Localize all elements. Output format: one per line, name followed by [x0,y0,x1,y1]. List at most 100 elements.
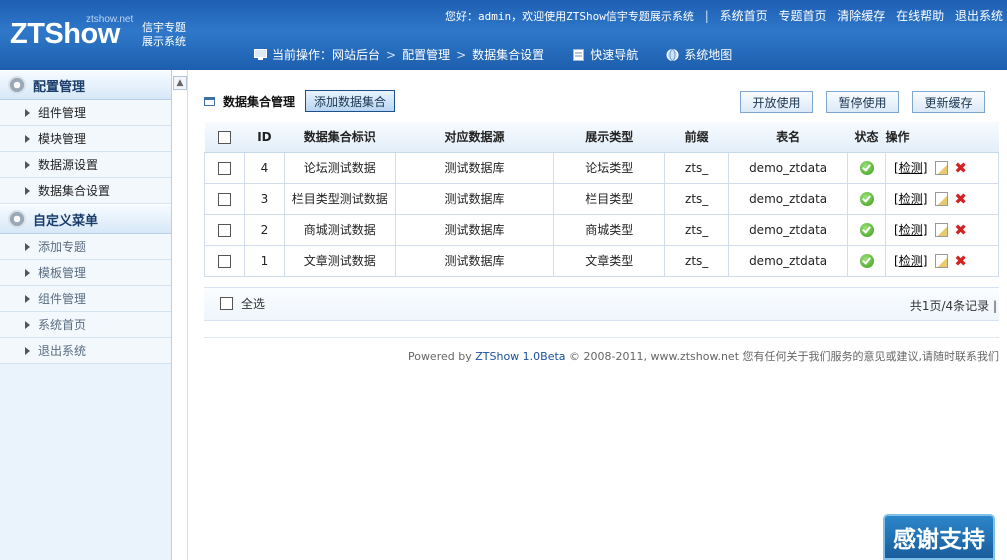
scroll-up-button[interactable]: ▲ [173,76,187,90]
welcome-text: 您好：admin，欢迎使用ZTShow信宇专题展示系统 [445,10,694,23]
sidebar-item-module-manage[interactable]: 模块管理 [0,126,171,152]
crumb-1[interactable]: 网站后台 [332,46,380,63]
check-link[interactable]: [检测] [894,190,927,207]
header-status: 状态 [847,122,886,153]
list-icon [204,96,215,106]
status-ok-icon [859,253,874,268]
sidebar-item-component-manage[interactable]: 组件管理 [0,100,171,126]
panel-title: 数据集合管理 [223,94,296,109]
action-buttons: 开放使用 暂停使用 更新缓存 [727,91,985,113]
cell-name: 论坛测试数据 [283,151,396,184]
delete-icon[interactable]: ✖ [954,160,967,175]
main-content: 数据集合管理 添加数据集合 开放使用 暂停使用 更新缓存 ID 数据集合标识 对… [204,88,999,321]
header-actions: 操作 [885,122,999,153]
cell-type: 商城类型 [553,213,666,246]
check-link[interactable]: [检测] [894,221,927,238]
row-checkbox[interactable] [217,254,231,268]
sidebar-section-config[interactable]: 配置管理 [0,70,171,100]
cell-prefix: zts_ [664,182,730,215]
table-row: 4 论坛测试数据 测试数据库 论坛类型 zts_ demo_ztdata [检测… [204,151,999,184]
sidebar-item-label: 数据源设置 [38,158,99,172]
header-prefix: 前缀 [664,122,729,153]
toolbar: 数据集合管理 添加数据集合 开放使用 暂停使用 更新缓存 [204,88,999,114]
sidebar-item-label: 模板管理 [38,266,87,280]
crumb-2[interactable]: 配置管理 [402,46,450,63]
divider: | [704,9,709,23]
quick-nav-link[interactable]: 快速导航 [572,46,638,63]
add-dataset-button[interactable]: 添加数据集合 [305,90,396,112]
gear-icon [8,76,26,94]
cell-prefix: zts_ [664,244,730,277]
link-online-help[interactable]: 在线帮助 [896,9,944,23]
link-system-home[interactable]: 系统首页 [720,9,768,23]
cell-name: 栏目类型测试数据 [283,182,396,215]
enable-button[interactable]: 开放使用 [740,91,813,113]
sidebar-section-title: 配置管理 [33,79,86,95]
delete-icon[interactable]: ✖ [954,191,967,206]
sidebar-item-label: 添加专题 [38,240,87,254]
crumb-3[interactable]: 数据集合设置 [472,46,544,63]
pause-button[interactable]: 暂停使用 [826,91,899,113]
row-checkbox[interactable] [217,223,231,237]
link-logout[interactable]: 退出系统 [955,9,1003,23]
header-id: ID [244,122,285,153]
check-link[interactable]: [检测] [894,252,927,269]
header-table: 表名 [728,122,848,153]
header-banner: ZTShow ztshow.net 信宇专题 展示系统 您好：admin，欢迎使… [0,0,1007,70]
edit-icon[interactable] [935,222,949,237]
cell-source: 测试数据库 [394,151,555,184]
row-checkbox[interactable] [217,192,231,206]
thanks-support-button[interactable]: 感谢支持 [883,514,995,560]
sidebar-item-logout[interactable]: 退出系统 [0,338,171,364]
triangle-right-icon [25,320,30,329]
cell-table: demo_ztdata [728,151,849,184]
select-all-label[interactable]: 全选 [241,295,265,312]
link-clear-cache[interactable]: 清除缓存 [837,9,885,23]
row-checkbox[interactable] [217,161,231,175]
sidebar-section-custom-menu[interactable]: 自定义菜单 [0,204,171,234]
cell-prefix: zts_ [664,151,730,184]
site-map-label: 系统地图 [684,48,733,62]
table-row: 1 文章测试数据 测试数据库 文章类型 zts_ demo_ztdata [检测… [204,244,999,277]
triangle-right-icon [25,268,30,277]
chevron-up-icon: ▲ [176,78,184,88]
check-link[interactable]: [检测] [894,159,927,176]
dataset-table: ID 数据集合标识 对应数据源 展示类型 前缀 表名 状态 操作 4 论坛测试数… [204,122,999,277]
triangle-right-icon [25,294,30,303]
header-source: 对应数据源 [395,122,554,153]
sidebar-section-title: 自定义菜单 [33,213,99,229]
cell-id: 2 [243,213,285,246]
sidebar-item-template-manage[interactable]: 模板管理 [0,260,171,286]
select-all-header-checkbox[interactable] [217,130,231,144]
sidebar-item-datasource-settings[interactable]: 数据源设置 [0,152,171,178]
cell-table: demo_ztdata [728,244,849,277]
sidebar-item-component-manage-2[interactable]: 组件管理 [0,286,171,312]
powered-brand-link[interactable]: ZTShow 1.0Beta [475,350,565,363]
powered-suffix: © 2008-2011, www.ztshow.net 您有任何关于我们服务的意… [565,350,999,363]
sidebar-item-label: 组件管理 [38,292,87,306]
delete-icon[interactable]: ✖ [954,253,967,268]
sidebar-item-label: 模块管理 [38,132,87,146]
header-type: 展示类型 [553,122,665,153]
triangle-right-icon [25,134,30,143]
link-topic-home[interactable]: 专题首页 [778,9,826,23]
powered-prefix: Powered by [407,350,476,363]
edit-icon[interactable] [935,160,949,175]
refresh-cache-button[interactable]: 更新缓存 [912,91,985,113]
edit-icon[interactable] [935,191,949,206]
edit-icon[interactable] [935,253,949,268]
delete-icon[interactable]: ✖ [954,222,967,237]
table-footer: 全选 共1页/4条记录 | [204,286,999,321]
top-links: 您好：admin，欢迎使用ZTShow信宇专题展示系统 | 系统首页 专题首页 … [445,7,1003,24]
sidebar-item-system-home[interactable]: 系统首页 [0,312,171,338]
sidebar-item-dataset-settings[interactable]: 数据集合设置 [0,178,171,204]
current-op-label: 当前操作： [272,48,333,62]
frame-divider[interactable] [187,70,188,560]
site-map-link[interactable]: 系统地图 [666,46,732,63]
cell-table: demo_ztdata [728,182,849,215]
gear-icon [8,210,26,228]
sidebar-item-add-topic[interactable]: 添加专题 [0,234,171,260]
table-row: 3 栏目类型测试数据 测试数据库 栏目类型 zts_ demo_ztdata [… [204,182,999,215]
select-all-checkbox[interactable] [220,297,233,310]
cell-table: demo_ztdata [728,213,849,246]
